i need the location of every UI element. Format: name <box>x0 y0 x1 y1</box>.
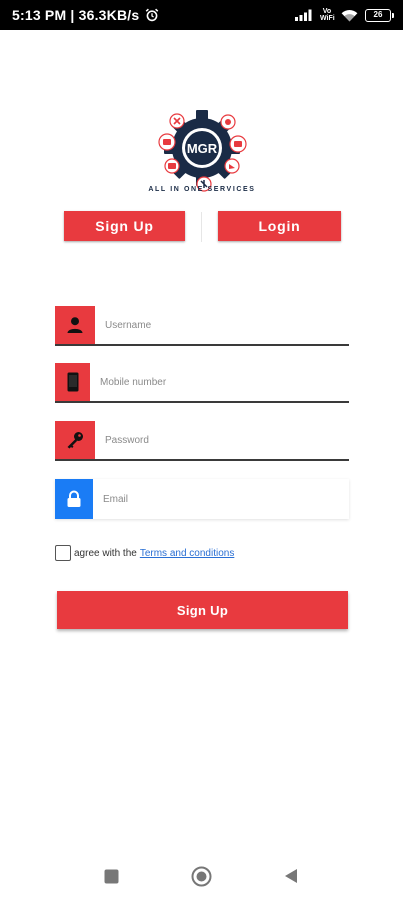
tab-login[interactable]: Login <box>218 211 341 241</box>
volte-indicator: Vo WiFi <box>320 8 335 22</box>
triangle-back-icon[interactable] <box>284 868 298 884</box>
logo-tagline: ALL IN ONE SERVICES <box>148 186 256 193</box>
status-bar: 5:13 PM | 36.3KB/s Vo WiFi 26 <box>0 0 403 30</box>
mobile-field <box>55 363 349 403</box>
tab-divider <box>201 212 202 242</box>
lock-icon <box>67 490 81 507</box>
password-input[interactable] <box>95 421 349 459</box>
email-icon-box <box>55 479 93 519</box>
mobile-icon-box <box>55 363 90 401</box>
battery-indicator: 26 <box>365 8 394 22</box>
email-field <box>55 479 349 519</box>
username-input[interactable] <box>95 306 349 344</box>
terms-row: agree with the Terms and conditions <box>55 544 234 562</box>
key-icon <box>67 432 83 449</box>
password-icon-box <box>55 421 95 459</box>
username-icon-box <box>55 306 95 344</box>
cellular-signal-icon <box>295 9 312 21</box>
mgr-logo: MGR <box>158 110 247 192</box>
sign-up-submit-button[interactable]: Sign Up <box>57 591 348 629</box>
tab-sign-up[interactable]: Sign Up <box>64 211 185 241</box>
circle-home-icon[interactable] <box>191 866 212 887</box>
username-field <box>55 306 349 346</box>
alarm-clock-icon <box>146 8 159 22</box>
password-field <box>55 421 349 461</box>
square-recents-icon[interactable] <box>104 869 119 884</box>
status-left: 5:13 PM | 36.3KB/s <box>12 7 159 23</box>
status-right: Vo WiFi 26 <box>295 8 394 22</box>
email-input[interactable] <box>93 479 349 519</box>
phone-icon <box>67 372 78 392</box>
status-time-speed: 5:13 PM | 36.3KB/s <box>12 7 140 23</box>
terms-checkbox[interactable] <box>55 545 71 561</box>
mobile-number-input[interactable] <box>90 363 349 401</box>
logo-brand-text: MGR <box>187 141 218 156</box>
terms-prefix-text: agree with the <box>74 547 137 559</box>
person-icon <box>67 317 83 333</box>
terms-link[interactable]: Terms and conditions <box>140 548 235 559</box>
wifi-icon <box>341 9 358 21</box>
